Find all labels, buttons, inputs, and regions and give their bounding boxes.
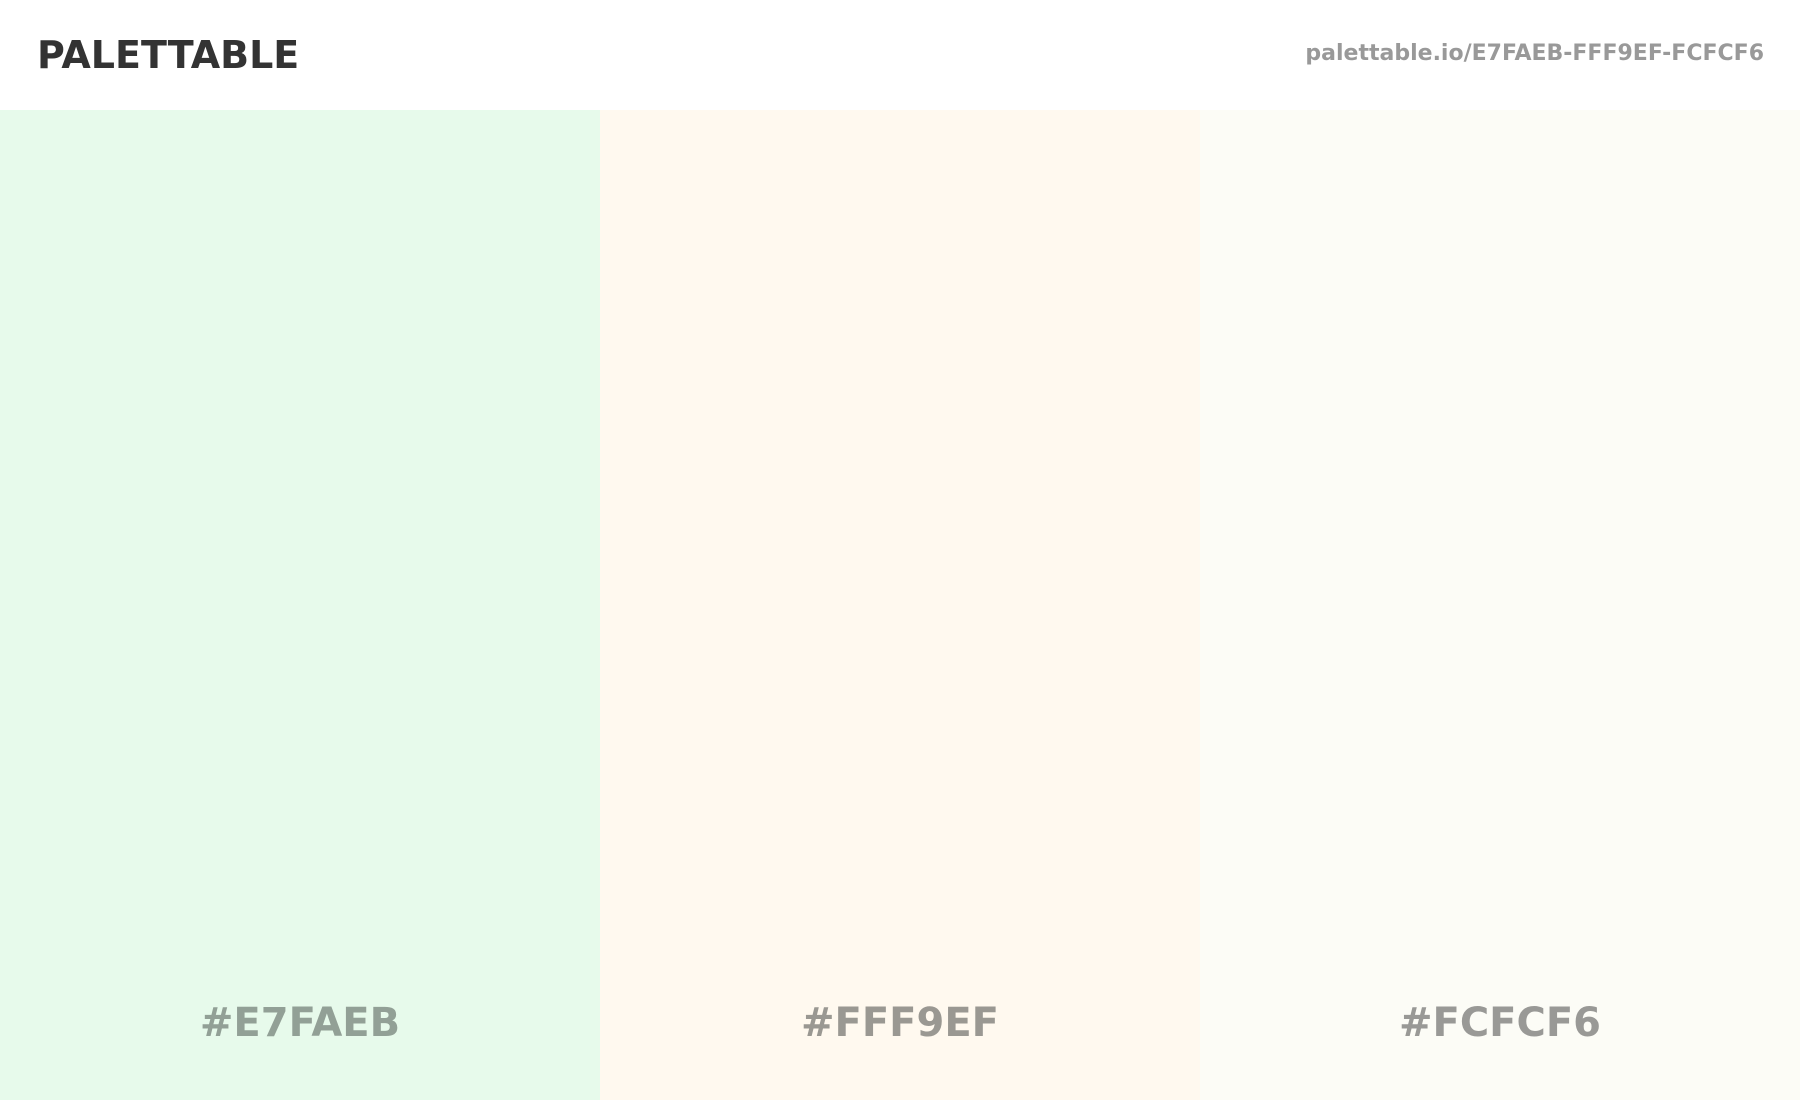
brand-logo[interactable]: PALETTABLE: [37, 30, 299, 80]
palette-url-link[interactable]: palettable.io/E7FAEB-FFF9EF-FCFCF6: [1305, 37, 1764, 71]
color-swatch[interactable]: #E7FAEB: [0, 110, 600, 1100]
swatch-hex-label[interactable]: #FFF9EF: [600, 998, 1200, 1048]
color-swatch[interactable]: #FCFCF6: [1200, 110, 1800, 1100]
palette-swatches: #E7FAEB #FFF9EF #FCFCF6: [0, 110, 1800, 1100]
swatch-hex-label[interactable]: #E7FAEB: [0, 998, 600, 1048]
color-swatch[interactable]: #FFF9EF: [600, 110, 1200, 1100]
swatch-hex-label[interactable]: #FCFCF6: [1200, 998, 1800, 1048]
header: PALETTABLE palettable.io/E7FAEB-FFF9EF-F…: [0, 0, 1800, 110]
